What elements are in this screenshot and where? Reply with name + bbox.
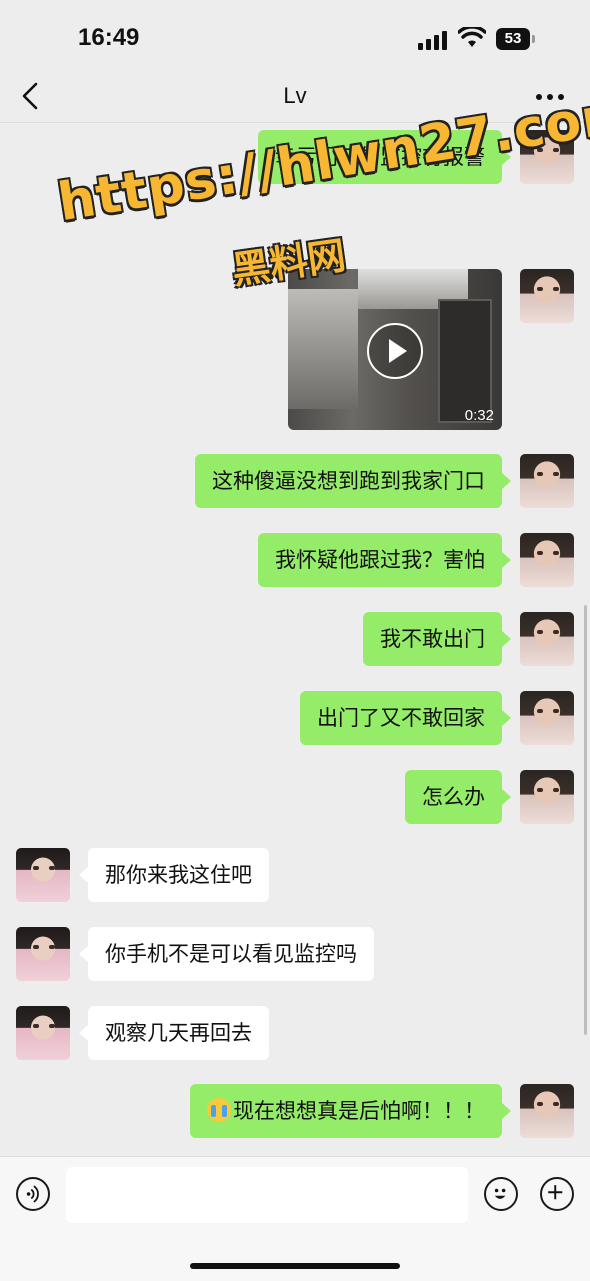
message-text: 现在想想真是后怕啊！！！ (233, 1099, 485, 1123)
message-bubble[interactable]: 你手机不是可以看见监控吗 (79, 927, 374, 981)
message-bubble[interactable]: 我怀疑他跟过我？害怕 (258, 533, 511, 587)
message-bubble[interactable]: 怎么办 (405, 770, 511, 824)
avatar[interactable] (520, 770, 574, 824)
avatar[interactable] (520, 1084, 574, 1138)
smiley-icon[interactable] (484, 1177, 518, 1211)
avatar[interactable] (520, 533, 574, 587)
crying-emoji-icon (207, 1098, 231, 1122)
video-duration: 0:32 (464, 407, 494, 424)
cellular-signal-icon (418, 30, 448, 50)
home-indicator[interactable] (190, 1263, 400, 1269)
message-bubble[interactable]: 现在想想真是后怕啊！！！ (190, 1084, 511, 1138)
avatar[interactable] (16, 1006, 70, 1060)
wifi-icon (458, 27, 486, 47)
avatar[interactable] (16, 927, 70, 981)
avatar[interactable] (520, 691, 574, 745)
message-bubble[interactable]: 那你来我这住吧 (79, 848, 269, 902)
status-time: 16:49 (78, 24, 140, 51)
avatar[interactable] (520, 454, 574, 508)
battery-icon: 53 (496, 28, 536, 50)
scrollbar[interactable] (584, 605, 587, 1035)
input-bar (0, 1156, 590, 1281)
plus-icon[interactable] (540, 1177, 574, 1211)
message-bubble[interactable]: 这种傻逼没想到跑到我家门口 (195, 454, 511, 508)
play-icon[interactable] (367, 323, 423, 379)
avatar[interactable] (16, 848, 70, 902)
status-bar: 16:49 53 (0, 0, 590, 70)
message-bubble[interactable]: 出门了又不敢回家 (300, 691, 511, 745)
avatar[interactable] (520, 612, 574, 666)
battery-level: 53 (504, 30, 522, 47)
message-input[interactable] (66, 1167, 468, 1223)
voice-icon[interactable] (16, 1177, 50, 1211)
video-message[interactable]: 0:32 (288, 269, 502, 430)
avatar[interactable] (520, 269, 574, 323)
message-bubble[interactable]: 观察几天再回去 (79, 1006, 269, 1060)
message-bubble[interactable]: 我不敢出门 (363, 612, 511, 666)
